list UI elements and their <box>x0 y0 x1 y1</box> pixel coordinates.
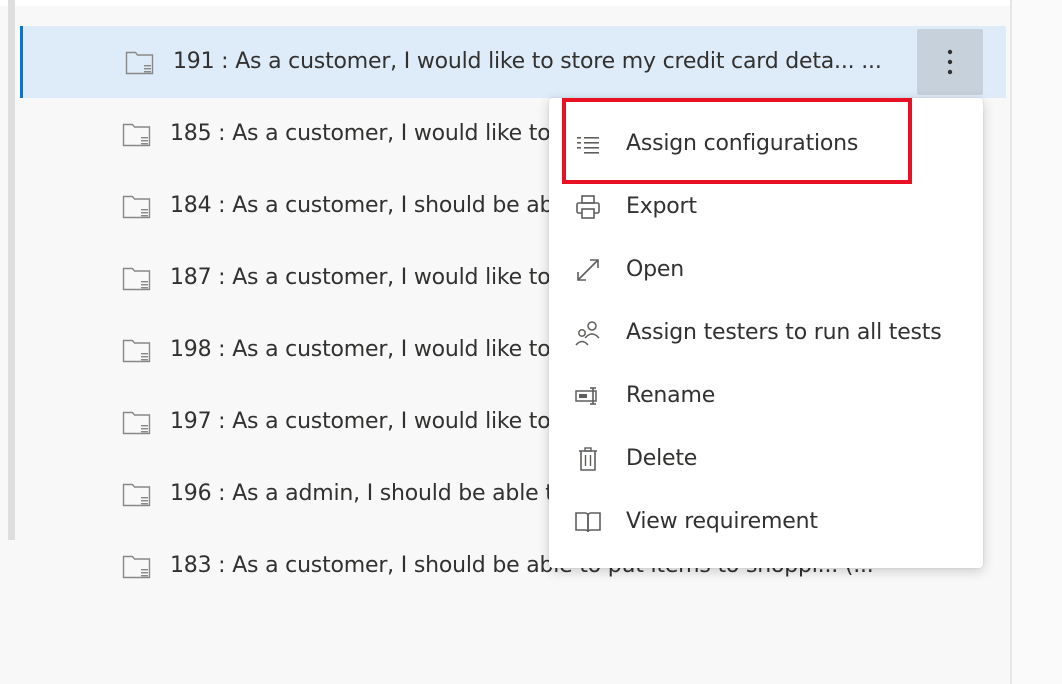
menu-item-assign-configurations[interactable]: Assign configurations <box>549 113 983 175</box>
menu-item-label: Delete <box>626 446 698 471</box>
rename-icon <box>575 387 597 405</box>
menu-item-delete[interactable]: Delete <box>549 428 983 490</box>
top-band <box>0 0 1062 6</box>
menu-item-view-requirement[interactable]: View requirement <box>549 491 983 553</box>
context-menu: Assign configurations Export Open Assign… <box>549 98 983 568</box>
right-pane <box>1012 0 1062 684</box>
menu-item-label: Open <box>626 257 684 282</box>
trash-icon <box>579 447 597 471</box>
scrollbar-gap <box>8 540 15 684</box>
list-config-icon <box>577 137 599 154</box>
requirement-suite-icon <box>122 339 151 363</box>
menu-item-label: Assign testers to run all tests <box>626 320 942 345</box>
tree-row-label: 191 : As a customer, I would like to sto… <box>173 49 882 74</box>
tree-row-191[interactable]: 191 : As a customer, I would like to sto… <box>20 26 1006 98</box>
requirement-suite-icon <box>122 267 151 291</box>
expand-icon <box>577 259 599 281</box>
menu-item-label: Rename <box>626 383 716 408</box>
menu-item-assign-testers[interactable]: Assign testers to run all tests <box>549 302 983 364</box>
more-actions-button[interactable] <box>917 29 983 95</box>
menu-item-open[interactable]: Open <box>549 239 983 301</box>
menu-item-rename[interactable]: Rename <box>549 365 983 427</box>
more-vertical-icon <box>947 49 953 75</box>
requirement-suite-icon <box>122 411 151 435</box>
requirement-suite-icon <box>122 555 151 579</box>
people-icon <box>575 321 600 346</box>
book-icon <box>575 512 601 533</box>
menu-item-label: Assign configurations <box>626 131 859 156</box>
requirement-suite-icon <box>125 51 154 75</box>
requirement-suite-icon <box>122 483 151 507</box>
menu-item-export[interactable]: Export <box>549 176 983 238</box>
menu-item-label: Export <box>626 194 697 219</box>
requirement-suite-icon <box>122 195 151 219</box>
menu-item-label: View requirement <box>626 509 818 534</box>
printer-icon <box>576 195 600 219</box>
requirement-suite-icon <box>122 123 151 147</box>
